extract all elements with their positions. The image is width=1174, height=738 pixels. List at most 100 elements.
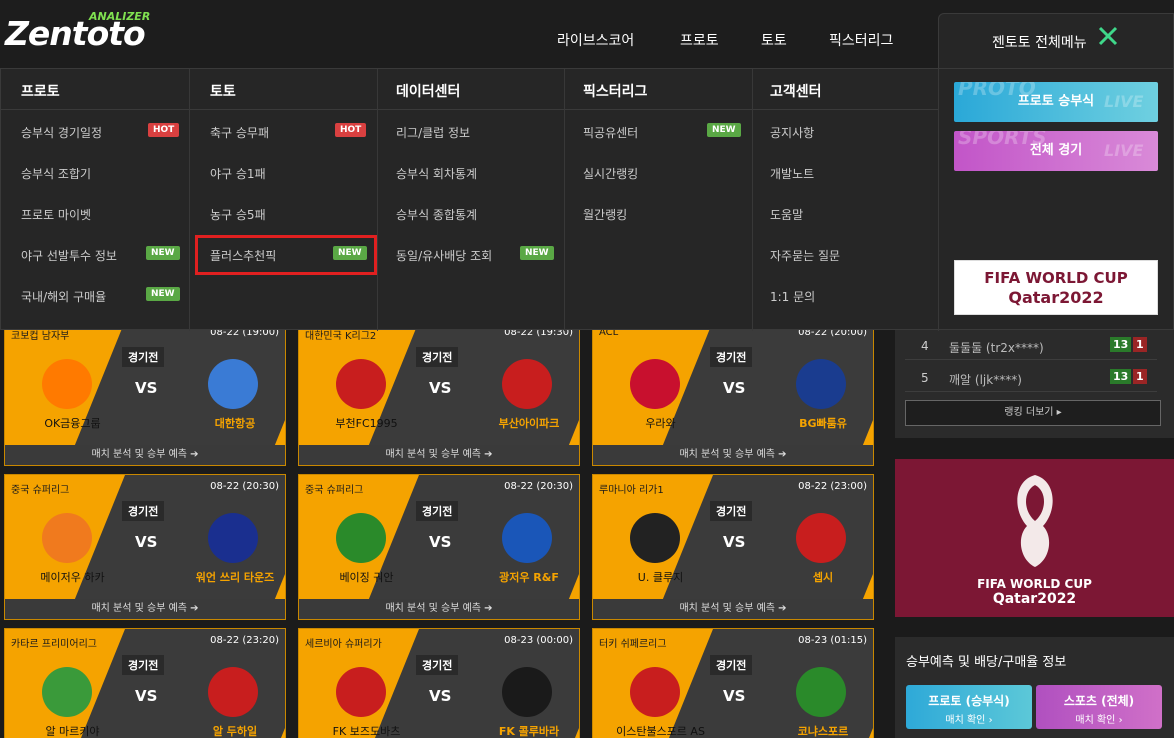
match-card[interactable]: ACL 08-22 (20:00) 경기전 VS 우라와 BG빠툼유 매치 분석 및 승부 … [592,320,874,466]
proto-match-button[interactable]: 프로토 (승부식) 매치 확인 › [906,685,1032,729]
menu-item-soccer-wdl[interactable]: 축구 승무패 [210,124,269,141]
zentoto-logo[interactable]: ANALIZER Zentoto [5,8,170,53]
menu-item-league-info[interactable]: 리그/클럽 정보 [396,124,470,141]
menu-item-basketball-w5l[interactable]: 농구 승5패 [210,206,266,223]
menu-heading-proto[interactable]: 프로토 [21,81,60,101]
match-time: 08-22 (23:20) [210,635,279,646]
rank-wins: 13 [1110,369,1132,384]
menu-item-realtime-rank[interactable]: 실시간랭킹 [583,165,638,182]
menu-heading-toto[interactable]: 토토 [210,81,236,101]
away-team: 셉시 [812,571,834,584]
nav-pickster[interactable]: 픽스터리그 [829,30,893,50]
nav-proto[interactable]: 프로토 [680,30,719,50]
nav-livescore[interactable]: 라이브스코어 [557,30,634,50]
away-team-logo-icon [502,667,552,717]
match-status: 경기전 [416,501,459,521]
menu-item-baseball-pitcher[interactable]: 야구 선발투수 정보 [21,247,117,264]
menu-heading-customer[interactable]: 고객센터 [770,81,822,101]
menu-item-help[interactable]: 도움말 [770,206,803,223]
info-box: 승부예측 및 배당/구매율 정보 프로토 (승부식) 매치 확인 › 스포츠 (… [895,637,1174,738]
hot-badge: HOT [148,123,180,137]
match-analysis-link[interactable]: 매치 분석 및 승부 예측 ➔ [5,599,285,619]
menu-item-devnote[interactable]: 개발노트 [770,165,814,182]
menu-item-odds-search[interactable]: 동일/유사배당 조회 [396,247,492,264]
home-team: U. 클루지 [637,571,684,584]
match-analysis-link[interactable]: 매치 분석 및 승부 예측 ➔ [5,445,285,465]
proto-live-banner[interactable]: PROTO LIVE 프로토 승부식 [954,82,1158,122]
match-analysis-link[interactable]: 매치 분석 및 승부 예측 ➔ [593,445,873,465]
menu-item-purchase-rate[interactable]: 국내/해외 구매율 [21,288,106,305]
menu-item-proto-mybet[interactable]: 프로토 마이벳 [21,206,91,223]
sports-match-button[interactable]: 스포츠 (전체) 매치 확인 › [1036,685,1162,729]
match-status: 경기전 [122,655,165,675]
match-status: 경기전 [710,501,753,521]
match-analysis-link[interactable]: 매치 분석 및 승부 예측 ➔ [299,599,579,619]
menu-heading-pickster[interactable]: 픽스터리그 [583,81,647,101]
match-card[interactable]: 중국 슈퍼리그 08-22 (20:30) 경기전 VS 베이징 궈안 광저우 R&F 매치… [298,474,580,620]
nav-toto[interactable]: 토토 [761,30,787,50]
promo-ghost: LIVE [1104,141,1144,160]
sports-match-label: 스포츠 (전체) [1063,694,1135,708]
menu-item-inquiry[interactable]: 1:1 문의 [770,288,815,305]
menu-item-round-stats[interactable]: 승부식 회차통계 [396,165,477,182]
rank-number: 5 [921,371,929,385]
match-card[interactable]: 세르비아 슈퍼리가 08-23 (00:00) 경기전 VS FK 보즈도바츠 FK 콜루… [298,628,580,738]
worldcup-banner[interactable]: FIFA WORLD CUP Qatar2022 [895,459,1174,617]
home-team-logo-icon [630,513,680,563]
match-card[interactable]: 코보컵 남자부 08-22 (19:00) 경기전 VS OK금융그룹 대한항공 매치 분석… [4,320,286,466]
menu-col-toto: 토토 축구 승무패 HOT 야구 승1패 농구 승5패 플러스추천픽 NEW [190,69,378,331]
match-league: 카타르 프리미어리그 [11,639,97,650]
menu-item-notice[interactable]: 공지사항 [770,124,814,141]
match-card[interactable]: 루마니아 리가1 08-22 (23:00) 경기전 VS U. 클루지 셉시 매치 분석 … [592,474,874,620]
vs-label: VS [135,687,158,705]
rank-name[interactable]: 깨알 (ljk****) [949,371,1022,388]
menu-item-faq[interactable]: 자주묻는 질문 [770,247,840,264]
away-team: 대한항공 [214,417,256,430]
menu-item-baseball-w1l[interactable]: 야구 승1패 [210,165,266,182]
vs-label: VS [429,687,452,705]
match-league: 터키 쉬페르리그 [599,639,667,650]
ranking-row: 5 깨알 (ljk****) 13 1 [905,364,1157,392]
away-team: BG빠툼유 [799,417,847,430]
worldcup-mini-banner[interactable]: FIFA WORLD CUP Qatar2022 [954,260,1158,315]
match-analysis-link[interactable]: 매치 분석 및 승부 예측 ➔ [593,599,873,619]
vs-label: VS [429,533,452,551]
match-status: 경기전 [710,347,753,367]
home-team: OK금융그룹 [44,417,101,430]
menu-item-proto-schedule[interactable]: 승부식 경기일정 [21,124,102,141]
full-menu-tab[interactable]: 젠토토 전체메뉴 [938,13,1174,68]
vs-label: VS [135,533,158,551]
home-team: FK 보즈도바츠 [332,725,401,738]
match-card[interactable]: 터키 쉬페르리그 08-23 (01:15) 경기전 VS 이스탄불스포르 AS 코냐스포… [592,628,874,738]
close-icon[interactable] [1097,25,1119,47]
away-team-logo-icon [208,359,258,409]
divider [190,109,377,110]
ranking-more-button[interactable]: 랭킹 더보기 ▸ [905,400,1161,426]
match-time: 08-22 (23:00) [798,481,867,492]
menu-item-monthly-rank[interactable]: 월간랭킹 [583,206,627,223]
sports-live-banner[interactable]: SPORTS LIVE 전체 경기 [954,131,1158,171]
home-team-logo-icon [336,667,386,717]
menu-item-pick-share[interactable]: 픽공유센터 [583,124,638,141]
rank-name[interactable]: 둘둘둘 (tr2x****) [949,339,1044,356]
home-team-logo-icon [336,513,386,563]
home-team-logo-icon [336,359,386,409]
rank-losses: 1 [1133,337,1147,352]
worldcup-subtitle: Qatar2022 [992,591,1077,607]
highlight-box [195,235,377,275]
rank-wins: 13 [1110,337,1132,352]
menu-item-proto-combiner[interactable]: 승부식 조합기 [21,165,91,182]
away-team-logo-icon [796,359,846,409]
menu-col-datacenter: 데이터센터 리그/클럽 정보 승부식 회차통계 승부식 종합통계 동일/유사배당… [378,69,565,331]
match-time: 08-22 (20:30) [504,481,573,492]
menu-item-total-stats[interactable]: 승부식 종합통계 [396,206,477,223]
sports-match-link: 매치 확인 › [1075,715,1123,726]
match-card[interactable]: 카타르 프리미어리그 08-22 (23:20) 경기전 VS 알 마르키야 알 두하일 [4,628,286,738]
menu-heading-datacenter[interactable]: 데이터센터 [396,81,460,101]
menu-col-pickster: 픽스터리그 픽공유센터 NEW 실시간랭킹 월간랭킹 [565,69,753,331]
divider [753,109,938,110]
match-card[interactable]: 중국 슈퍼리그 08-22 (20:30) 경기전 VS 메이저우 하카 워언 쓰리 타운… [4,474,286,620]
match-league: 중국 슈퍼리그 [11,485,70,496]
match-analysis-link[interactable]: 매치 분석 및 승부 예측 ➔ [299,445,579,465]
match-card[interactable]: 대한민국 K리그2 08-22 (19:30) 경기전 VS 부천FC1995 부산아이파… [298,320,580,466]
